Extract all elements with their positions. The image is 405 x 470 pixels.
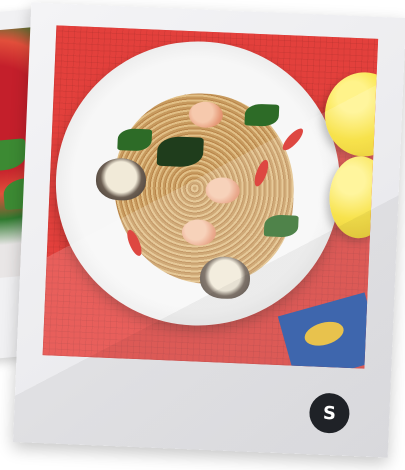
brand-logo-letter: S (322, 402, 337, 424)
polaroid-card: S (12, 2, 405, 458)
red-chili (279, 125, 306, 154)
basil-leaf (244, 103, 280, 127)
brand-logo-icon: S (308, 392, 351, 435)
basil-leaf (263, 214, 299, 238)
basil-leaf (0, 138, 28, 173)
food-photo (42, 25, 379, 369)
